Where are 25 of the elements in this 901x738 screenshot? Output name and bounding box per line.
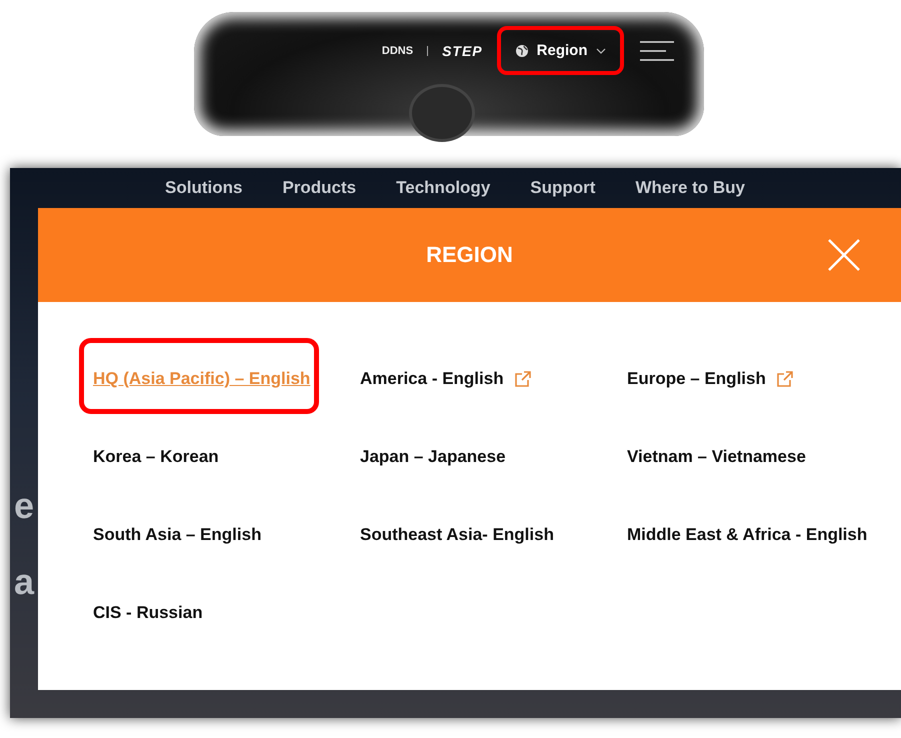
dialog-title: REGION bbox=[426, 242, 513, 268]
nav-link[interactable]: Support bbox=[530, 178, 596, 198]
region-button[interactable]: Region bbox=[496, 26, 624, 75]
region-link[interactable]: Southeast Asia- English bbox=[360, 525, 554, 545]
region-link[interactable]: Vietnam – Vietnamese bbox=[627, 447, 806, 467]
nav-link[interactable]: Technology bbox=[396, 178, 490, 198]
nav-link[interactable]: Solutions bbox=[165, 178, 242, 198]
globe-icon bbox=[514, 44, 529, 58]
nav-link[interactable]: DDNS bbox=[382, 44, 414, 56]
region-link[interactable]: Middle East & Africa - English bbox=[627, 525, 868, 545]
region-link[interactable]: Japan – Japanese bbox=[360, 447, 506, 467]
nav-link[interactable]: Where to Buy bbox=[635, 178, 745, 198]
region-link[interactable]: Europe – English bbox=[627, 369, 766, 389]
hero-text: a bbox=[14, 564, 34, 600]
close-icon bbox=[827, 238, 861, 272]
region-link[interactable]: South Asia – English bbox=[93, 525, 262, 545]
nav-link[interactable]: Products bbox=[282, 178, 356, 198]
chevron-down-icon bbox=[596, 48, 606, 54]
logo-text[interactable]: STEP bbox=[442, 42, 483, 58]
region-link[interactable]: Korea – Korean bbox=[93, 447, 219, 467]
region-link[interactable]: CIS - Russian bbox=[93, 603, 203, 623]
region-link[interactable]: America - English bbox=[360, 369, 504, 389]
menu-icon bbox=[638, 40, 674, 62]
close-button[interactable] bbox=[827, 238, 861, 272]
hero-text: e bbox=[14, 488, 34, 524]
